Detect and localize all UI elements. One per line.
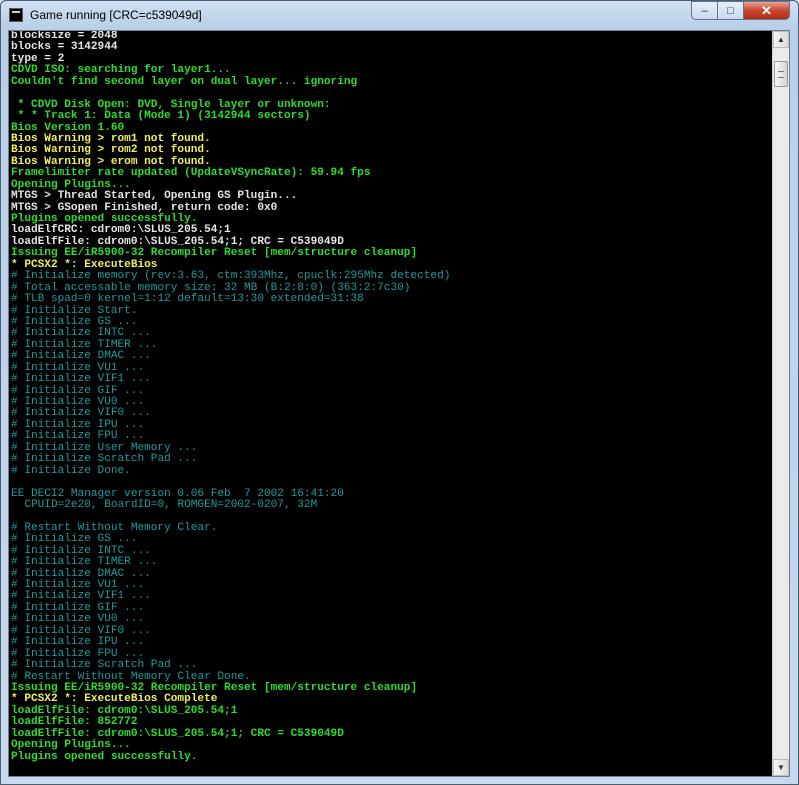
console-line: # Initialize DMAC ... [11, 350, 151, 363]
console-line: # Initialize Scratch Pad ... [11, 659, 198, 672]
scroll-thumb[interactable] [774, 61, 788, 87]
arrow-up-icon: ▲ [777, 35, 785, 44]
console-area[interactable]: blocksize = 2048 blocks = 3142944 type = 2… [8, 30, 790, 777]
console-line: # TLB spad=0 kernel=1:12 default=13:30 e… [11, 293, 364, 306]
console-app-icon[interactable] [9, 8, 23, 22]
maximize-button[interactable]: □ [717, 1, 744, 20]
console-line: # Initialize TIMER ... [11, 556, 158, 569]
vertical-scrollbar[interactable]: ▲ ▼ [772, 31, 789, 776]
console-line: CPUID=2e20, BoardID=0, ROMGEN=2002-0207,… [11, 498, 318, 511]
console-line: MTGS > Thread Started, Opening GS Plugin… [11, 190, 298, 203]
console-line: Plugins opened successfully. [11, 750, 198, 763]
console-line: blocks = 3142944 [11, 41, 118, 54]
console-line: # Initialize Scratch Pad ... [11, 453, 198, 466]
console-line: Opening Plugins... [11, 739, 131, 752]
console-line: # Initialize GS ... [11, 533, 138, 546]
console-line: # Initialize memory (rev:3.63, ctm:393Mh… [11, 270, 451, 283]
maximize-icon: □ [727, 4, 734, 17]
console-line: # Initialize IPU ... [11, 636, 145, 649]
console-line: loadElfFile: 852772 [11, 716, 138, 729]
console-line: # Initialize VIF1 ... [11, 373, 151, 386]
title-bar[interactable]: Game running [CRC=c539049d] – □ ✕ [1, 1, 798, 30]
console-output: blocksize = 2048 blocks = 3142944 type = 2… [11, 31, 771, 776]
console-line: blocksize = 2048 [11, 31, 118, 42]
console-window: Game running [CRC=c539049d] – □ ✕ blocks… [0, 0, 799, 785]
scroll-down-button[interactable]: ▼ [773, 759, 789, 776]
console-line: Framelimiter rate updated (UpdateVSyncRa… [11, 167, 371, 180]
close-icon: ✕ [761, 2, 772, 18]
console-line: Couldn't find second layer on dual layer… [11, 75, 358, 88]
console-line: # Initialize Done. [11, 464, 131, 477]
console-line: * * Track 1: Data (Mode 1) (3142944 sect… [11, 110, 311, 123]
close-button[interactable]: ✕ [743, 1, 790, 20]
scroll-up-button[interactable]: ▲ [773, 31, 789, 48]
window-title: Game running [CRC=c539049d] [30, 8, 202, 22]
arrow-down-icon: ▼ [777, 763, 785, 772]
minimize-button[interactable]: – [691, 1, 718, 20]
minimize-icon: – [701, 4, 708, 17]
